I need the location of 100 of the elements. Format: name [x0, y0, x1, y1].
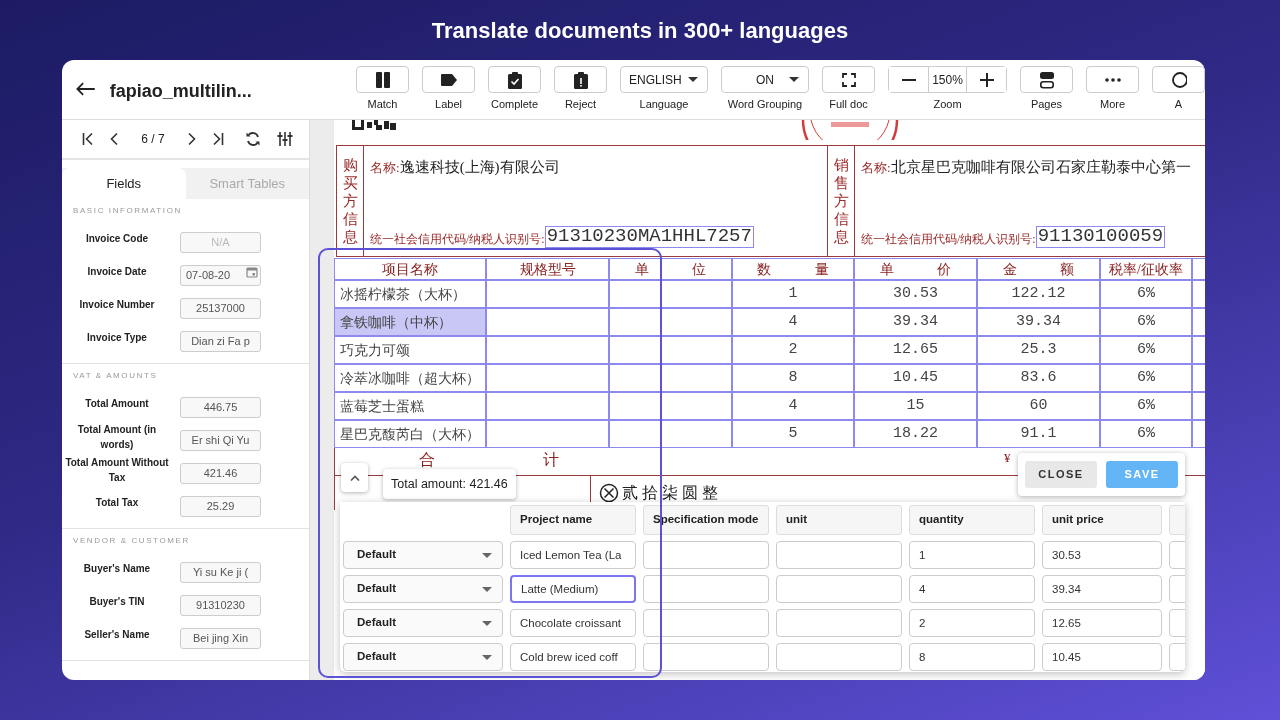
- table-cell: 6%: [1100, 420, 1192, 448]
- type-dropdown[interactable]: Default: [343, 541, 503, 569]
- field-label: Seller's Name: [83, 628, 151, 643]
- input-field[interactable]: 2: [909, 609, 1035, 637]
- input-field[interactable]: Iced Lemon Tea (La: [510, 541, 636, 569]
- dropdown[interactable]: ENGLISH: [620, 66, 708, 93]
- input-field[interactable]: [776, 643, 902, 671]
- table-cell: 18.22: [854, 420, 977, 448]
- toolbar-button[interactable]: [356, 66, 409, 93]
- column-header: 数 量: [732, 258, 854, 280]
- column-header: 项目名称: [334, 258, 486, 280]
- date-field[interactable]: 07-08-20: [180, 264, 261, 286]
- match-icon: [374, 70, 391, 89]
- input-field[interactable]: 30.53: [1042, 541, 1162, 569]
- type-dropdown[interactable]: Default: [343, 575, 503, 603]
- table-cell: 39.34: [854, 308, 977, 336]
- input-field[interactable]: 4: [909, 575, 1035, 603]
- table-cell: 15: [854, 392, 977, 420]
- tin-value: 91130100059: [1035, 226, 1166, 248]
- tag-icon: [439, 72, 458, 87]
- total-tooltip: Total amount: 421.46: [383, 469, 516, 499]
- next-icon[interactable]: [188, 132, 196, 146]
- toolbar-label: Zoom: [933, 97, 962, 112]
- panel-tab[interactable]: Fields: [62, 168, 186, 199]
- input-field[interactable]: 12.65: [1042, 609, 1162, 637]
- input-field[interactable]: Bei jing Xin: [180, 627, 261, 649]
- toolbar-button[interactable]: [554, 66, 607, 93]
- field-label: Buyer's TIN: [88, 595, 146, 610]
- table-cell: 91.1: [977, 420, 1100, 448]
- table-cell: 5: [732, 420, 854, 448]
- last-page-icon[interactable]: [212, 132, 224, 146]
- input-field[interactable]: Chocolate croissant: [510, 609, 636, 637]
- close-button[interactable]: CLOSE: [1025, 461, 1097, 488]
- circle-x-icon: [599, 483, 619, 503]
- caret-icon: [482, 654, 492, 660]
- field-label: Total Amount: [84, 397, 150, 412]
- table-cell: 6%: [1100, 364, 1192, 392]
- input-field[interactable]: 446.75: [180, 396, 261, 418]
- field-label: Invoice Type: [86, 331, 148, 346]
- input-field[interactable]: Dian zi Fa p: [180, 330, 261, 352]
- caret-icon: [788, 76, 800, 83]
- table-cell: 83.6: [977, 364, 1100, 392]
- input-field[interactable]: Er shi Qi Yu: [180, 429, 261, 451]
- filter-sliders-icon[interactable]: [277, 131, 293, 147]
- input-field[interactable]: [643, 609, 769, 637]
- table-cell: 6%: [1100, 392, 1192, 420]
- column-header: 单 位: [609, 258, 732, 280]
- toolbar-button[interactable]: [422, 66, 475, 93]
- banner-headline: Translate documents in 300+ languages: [431, 16, 849, 45]
- toolbar-button[interactable]: [1020, 66, 1073, 93]
- toolbar-button[interactable]: [822, 66, 875, 93]
- input-field[interactable]: [643, 643, 769, 671]
- input-field[interactable]: [776, 609, 902, 637]
- input-field[interactable]: [643, 541, 769, 569]
- input-field[interactable]: 8: [909, 643, 1035, 671]
- toolbar-label: A: [1174, 97, 1183, 112]
- type-dropdown[interactable]: Default: [343, 643, 503, 671]
- vertical-label: 购买方信息: [342, 156, 358, 246]
- page-counter: 6 / 7: [140, 131, 166, 148]
- toolbar-button[interactable]: [488, 66, 541, 93]
- calendar-icon: [246, 266, 258, 278]
- toolbar-button[interactable]: [1152, 66, 1205, 93]
- refresh-icon[interactable]: [245, 131, 261, 147]
- column-header: 规格型号: [486, 258, 609, 280]
- input-field[interactable]: 1: [909, 541, 1035, 569]
- previous-icon[interactable]: [110, 132, 118, 146]
- input-field[interactable]: 39.34: [1042, 575, 1162, 603]
- input-field[interactable]: [643, 575, 769, 603]
- minus-icon: [901, 78, 916, 81]
- toolbar-label: Full doc: [829, 97, 868, 112]
- table-cell: 25.3: [977, 336, 1100, 364]
- back-arrow-icon[interactable]: [76, 81, 96, 97]
- type-dropdown[interactable]: Default: [343, 609, 503, 637]
- input-field[interactable]: 10.45: [1042, 643, 1162, 671]
- dropdown[interactable]: ON: [721, 66, 809, 93]
- table-cell: 6%: [1100, 280, 1192, 308]
- party-name: 名称:逸速科技(上海)有限公司: [370, 158, 561, 177]
- input-field[interactable]: Latte (Medium): [510, 575, 636, 603]
- toolbar-label: Pages: [1030, 97, 1063, 112]
- input-field[interactable]: 25137000: [180, 297, 261, 319]
- toolbar-label: Label: [435, 97, 462, 112]
- column-header: Project name: [510, 505, 636, 535]
- input-field[interactable]: [776, 575, 902, 603]
- input-field[interactable]: [776, 541, 902, 569]
- pages-icon: [1038, 70, 1055, 89]
- table-cell: 1: [732, 280, 854, 308]
- column-header: quantity: [909, 505, 1035, 535]
- input-field[interactable]: Yi su Ke ji (: [180, 561, 261, 583]
- input-field[interactable]: Cold brew iced coff: [510, 643, 636, 671]
- currency-sign: ¥: [1004, 449, 1011, 467]
- input-field[interactable]: 91310230: [180, 594, 261, 616]
- input-field[interactable]: N/A: [180, 231, 261, 253]
- table-cell: 巧克力可颂: [334, 336, 486, 364]
- input-field[interactable]: 25.29: [180, 495, 261, 517]
- input-field[interactable]: 421.46: [180, 462, 261, 484]
- caret-icon: [482, 586, 492, 592]
- field-label: Invoice Number: [78, 298, 156, 313]
- table-cell: 冷萃冰咖啡（超大杯）: [334, 364, 486, 392]
- first-page-icon[interactable]: [82, 132, 94, 146]
- table-cell: 8: [732, 364, 854, 392]
